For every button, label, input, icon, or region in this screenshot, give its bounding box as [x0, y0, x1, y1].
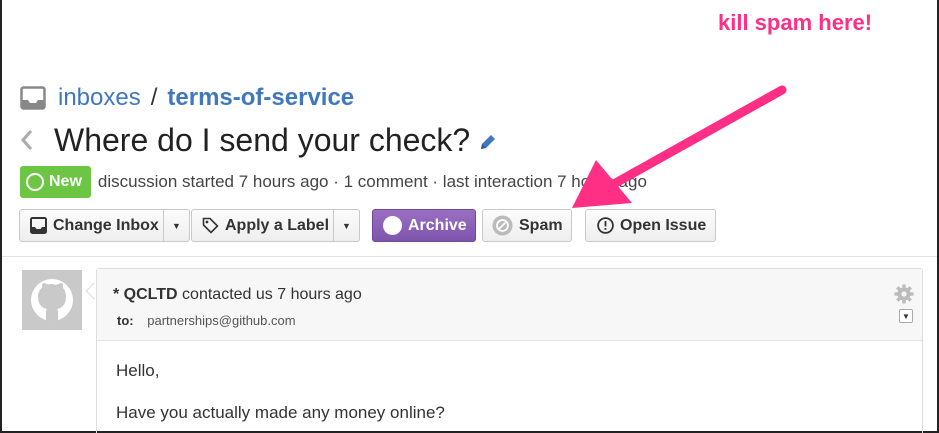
to-address: partnerships@github.com	[147, 313, 296, 328]
breadcrumb: inboxes / terms-of-service	[20, 84, 354, 112]
comment-paragraph: Hello,	[116, 361, 160, 380]
archive-icon	[383, 216, 402, 235]
page-title: Where do I send your check?	[54, 121, 471, 158]
open-circle-icon	[26, 173, 44, 191]
comment-paragraph: Have you actually made any money online?	[116, 403, 445, 422]
chevron-left-icon[interactable]	[20, 128, 34, 152]
comment-author-line: * QCLTD contacted us 7 hours ago	[113, 286, 362, 304]
breadcrumb-separator: /	[150, 84, 158, 111]
spam-label: Spam	[519, 216, 563, 234]
archive-button[interactable]: Archive	[372, 209, 476, 242]
avatar[interactable]	[22, 270, 82, 330]
annotation-label: kill spam here!	[718, 10, 873, 35]
comment-header: * QCLTD contacted us 7 hours ago to: par…	[97, 269, 922, 341]
spam-button[interactable]: Spam	[482, 209, 572, 242]
status-badge: New	[20, 166, 91, 198]
change-inbox-button[interactable]: Change Inbox ▼	[19, 209, 190, 242]
issue-opened-icon	[597, 217, 614, 234]
comment-box: * QCLTD contacted us 7 hours ago to: par…	[96, 268, 923, 433]
comment-body: Hello, Have you actually made any money …	[97, 341, 922, 423]
block-icon	[492, 215, 513, 236]
download-icon[interactable]: ▼	[899, 309, 913, 323]
inbox-icon	[20, 86, 46, 110]
open-issue-button[interactable]: Open Issue	[585, 209, 716, 242]
breadcrumb-inboxes-link[interactable]: inboxes	[58, 84, 141, 112]
issue-meta: New discussion started 7 hours ago · 1 c…	[20, 166, 647, 198]
status-badge-label: New	[49, 173, 82, 190]
octocat-icon	[31, 279, 73, 321]
apply-label-button[interactable]: Apply a Label ▼	[191, 209, 360, 242]
caret-down-icon[interactable]: ▼	[333, 210, 359, 241]
open-issue-label: Open Issue	[620, 216, 707, 234]
comment-author[interactable]: * QCLTD	[113, 286, 178, 303]
inbox-icon	[30, 217, 47, 234]
breadcrumb-current-link[interactable]: terms-of-service	[167, 84, 354, 112]
apply-label-label: Apply a Label	[225, 216, 330, 234]
tag-icon	[202, 217, 219, 234]
caret-down-icon[interactable]: ▼	[163, 210, 189, 241]
meta-summary: discussion started 7 hours ago · 1 comme…	[97, 172, 647, 191]
comment-action: contacted us 7 hours ago	[182, 286, 362, 303]
gear-icon[interactable]	[894, 284, 914, 304]
archive-label: Archive	[408, 216, 467, 234]
title-row: Where do I send your check?	[20, 120, 498, 160]
pencil-icon[interactable]	[478, 132, 498, 152]
comment-recipient: to: partnerships@github.com	[117, 313, 296, 328]
change-inbox-label: Change Inbox	[53, 216, 159, 234]
to-label: to:	[117, 313, 134, 328]
divider	[2, 256, 937, 257]
